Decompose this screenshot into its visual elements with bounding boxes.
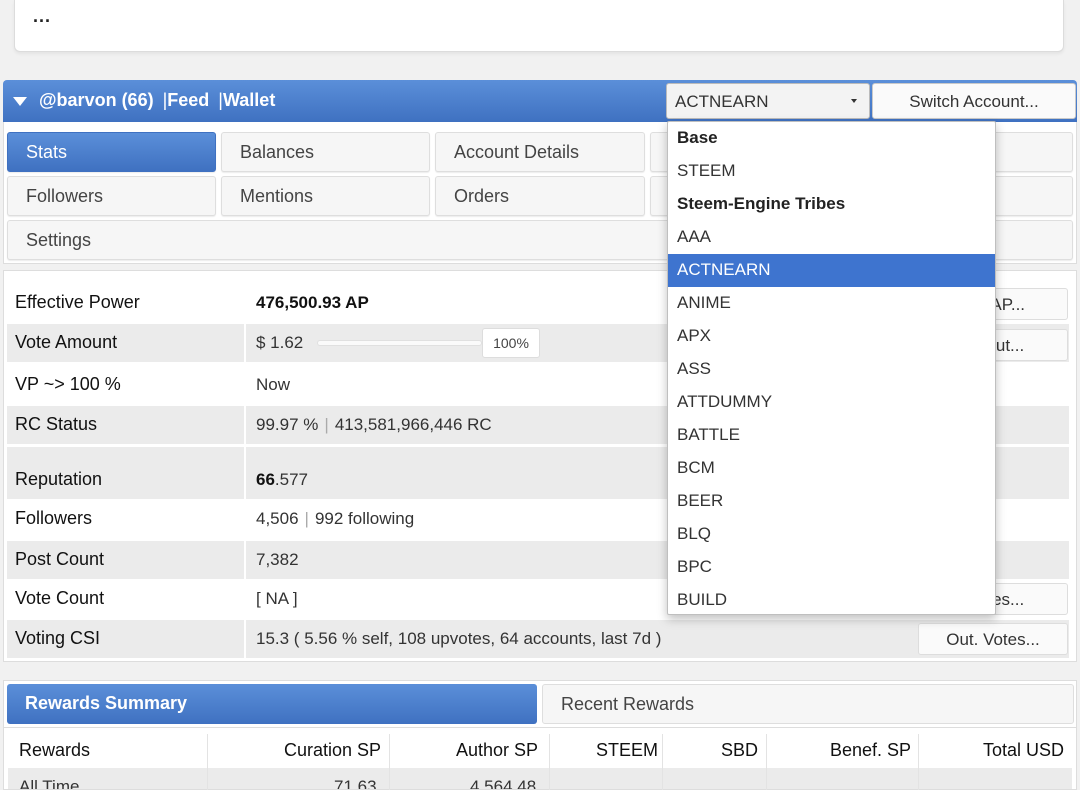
post-count-label: Post Count — [15, 549, 105, 569]
followers-value: 4,506 | 992 following — [256, 509, 415, 528]
dropdown-option-bcm[interactable]: BCM — [668, 452, 995, 485]
dropdown-option-anime[interactable]: ANIME — [668, 287, 995, 320]
feed-link[interactable]: Feed — [167, 90, 209, 110]
rewards-table: Rewards Curation SP Author SP STEEM SBD … — [3, 728, 1077, 790]
switch-account-button[interactable]: Switch Account... — [872, 83, 1076, 119]
dropdown-group-base: Base — [677, 128, 718, 147]
dropdown-option-blq[interactable]: BLQ — [668, 518, 995, 551]
dropdown-option-actnearn[interactable]: ACTNEARN — [668, 254, 995, 287]
tab-followers[interactable]: Followers — [7, 176, 216, 216]
dropdown-option-ass[interactable]: ASS — [668, 353, 995, 386]
vote-amount-value: $ 1.62 — [256, 333, 304, 352]
col-author-sp: Author SP — [456, 740, 539, 760]
voting-csi-value: 15.3 ( 5.56 % self, 108 upvotes, 64 acco… — [256, 629, 662, 648]
col-total-usd: Total USD — [983, 740, 1065, 760]
token-dropdown-list: Base STEEM Steem-Engine Tribes AAA ACTNE… — [667, 121, 996, 615]
vote-count-label: Vote Count — [15, 588, 105, 608]
dropdown-option-attdummy[interactable]: ATTDUMMY — [668, 386, 995, 419]
dropdown-option-battle[interactable]: BATTLE — [668, 419, 995, 452]
col-benef-sp: Benef. SP — [830, 740, 912, 760]
author-sp-value: 4,564.48 — [470, 777, 537, 790]
dropdown-option-apx[interactable]: APX — [668, 320, 995, 353]
token-select[interactable]: ACTNEARN — [666, 83, 870, 119]
out-votes-button[interactable]: Out. Votes... — [918, 623, 1068, 655]
previous-post-card: ... — [14, 0, 1064, 52]
vp-value: Now — [256, 375, 291, 394]
tab-orders[interactable]: Orders — [435, 176, 645, 216]
wallet-link[interactable]: Wallet — [223, 90, 275, 110]
vote-count-value: [ NA ] — [256, 589, 298, 608]
collapse-triangle-icon[interactable] — [13, 97, 27, 106]
dropdown-group-tribes: Steem-Engine Tribes — [677, 194, 846, 213]
token-select-value: ACTNEARN — [675, 92, 769, 111]
rc-status-value: 99.97 % | 413,581,966,446 RC — [256, 415, 492, 434]
tab-recent-rewards[interactable]: Recent Rewards — [542, 684, 1074, 724]
tab-balances[interactable]: Balances — [221, 132, 430, 172]
followers-label: Followers — [15, 508, 93, 528]
caret-down-icon — [851, 99, 857, 103]
vote-amount-label: Vote Amount — [15, 332, 118, 352]
more-ellipsis[interactable]: ... — [33, 6, 51, 27]
dropdown-option-build[interactable]: BUILD — [668, 584, 995, 617]
tab-account-details[interactable]: Account Details — [435, 132, 645, 172]
tab-mentions[interactable]: Mentions — [221, 176, 430, 216]
effective-power-value: 476,500.93 AP — [256, 293, 369, 312]
col-curation-sp: Curation SP — [284, 740, 382, 760]
vote-weight-slider[interactable] — [317, 340, 482, 346]
tab-stats[interactable]: Stats — [7, 132, 216, 172]
col-sbd: SBD — [721, 740, 759, 760]
effective-power-label: Effective Power — [15, 292, 140, 312]
col-steem: STEEM — [596, 740, 659, 760]
dropdown-option-steem[interactable]: STEEM — [668, 155, 995, 188]
vp-label: VP ~> 100 % — [15, 374, 121, 394]
rc-status-label: RC Status — [15, 414, 98, 434]
dropdown-option-beer[interactable]: BEER — [668, 485, 995, 518]
curation-sp-value: 71.63 — [334, 777, 377, 790]
tab-rewards-summary[interactable]: Rewards Summary — [7, 684, 537, 724]
reputation-value: 66.577 — [256, 470, 309, 489]
col-rewards: Rewards — [19, 740, 91, 760]
all-time-label: All Time — [19, 777, 80, 790]
reputation-label: Reputation — [15, 469, 103, 489]
table-row — [8, 768, 1072, 789]
row-voting-csi: Voting CSI 15.3 ( 5.56 % self, 108 upvot… — [7, 620, 1069, 658]
post-count-value: 7,382 — [256, 550, 299, 569]
voting-csi-label: Voting CSI — [15, 628, 101, 648]
dropdown-option-aaa[interactable]: AAA — [668, 221, 995, 254]
vote-weight-percent[interactable]: 100% — [482, 328, 540, 358]
dropdown-option-bpc[interactable]: BPC — [668, 551, 995, 584]
account-link[interactable]: @barvon (66) — [39, 90, 154, 110]
